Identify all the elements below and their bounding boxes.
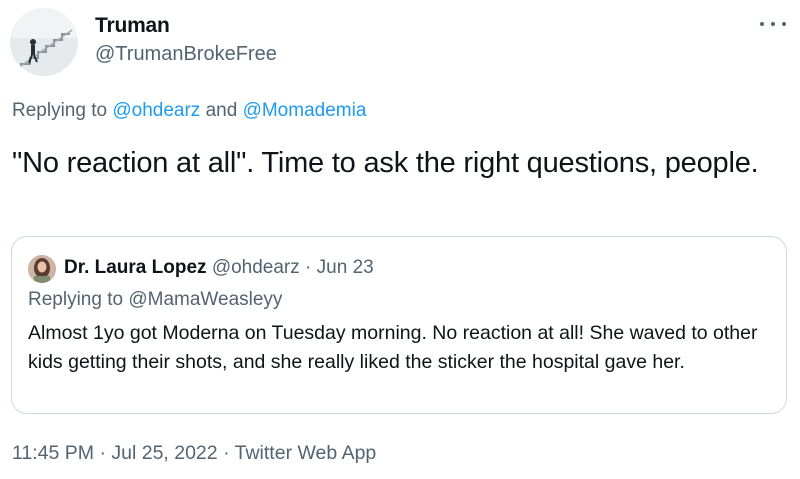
tweet-time[interactable]: 11:45 PM — [12, 442, 94, 464]
staircase-photo-avatar-icon — [10, 8, 78, 76]
quoted-text: Almost 1yo got Moderna on Tuesday mornin… — [28, 322, 758, 373]
quoted-separator: · — [305, 257, 312, 278]
quoted-reply-context: Replying to @MamaWeasleyy — [28, 289, 282, 311]
tweet-meta: 11:45 PM · Jul 25, 2022 · Twitter Web Ap… — [12, 442, 376, 465]
author-display-name[interactable]: Truman — [95, 14, 170, 38]
reply-prefix: Replying to — [12, 100, 113, 121]
meta-separator: · — [223, 442, 230, 464]
quoted-reply-mention: @MamaWeasleyy — [128, 289, 283, 310]
reply-context: Replying to @ohdearz and @Momademia — [12, 100, 366, 122]
person-photo-avatar-icon — [28, 255, 56, 283]
more-options-icon[interactable] — [760, 14, 786, 34]
quoted-author-avatar[interactable] — [28, 255, 56, 283]
more-dot — [782, 22, 786, 26]
more-dot — [771, 22, 775, 26]
meta-separator: · — [99, 442, 106, 464]
quoted-date[interactable]: Jun 23 — [317, 257, 374, 278]
tweet-card: Truman @TrumanBrokeFree Replying to @ohd… — [0, 0, 800, 479]
tweet-source[interactable]: Twitter Web App — [235, 442, 377, 464]
more-dot — [760, 22, 764, 26]
author-avatar[interactable] — [10, 8, 78, 76]
reply-mention-momademia[interactable]: @Momademia — [243, 100, 367, 121]
reply-joiner: and — [200, 100, 243, 121]
quoted-handle[interactable]: @ohdearz — [212, 257, 300, 278]
tweet-text: "No reaction at all". Time to ask the ri… — [12, 147, 759, 179]
author-handle[interactable]: @TrumanBrokeFree — [95, 43, 277, 66]
quoted-reply-prefix: Replying to — [28, 289, 129, 310]
quoted-display-name[interactable]: Dr. Laura Lopez — [64, 257, 207, 278]
quoted-tweet[interactable]: Dr. Laura Lopez @ohdearz · Jun 23 Replyi… — [11, 236, 787, 414]
quoted-header: Dr. Laura Lopez @ohdearz · Jun 23 — [64, 257, 374, 279]
tweet-date[interactable]: Jul 25, 2022 — [111, 442, 217, 464]
reply-mention-ohdearz[interactable]: @ohdearz — [112, 100, 200, 121]
